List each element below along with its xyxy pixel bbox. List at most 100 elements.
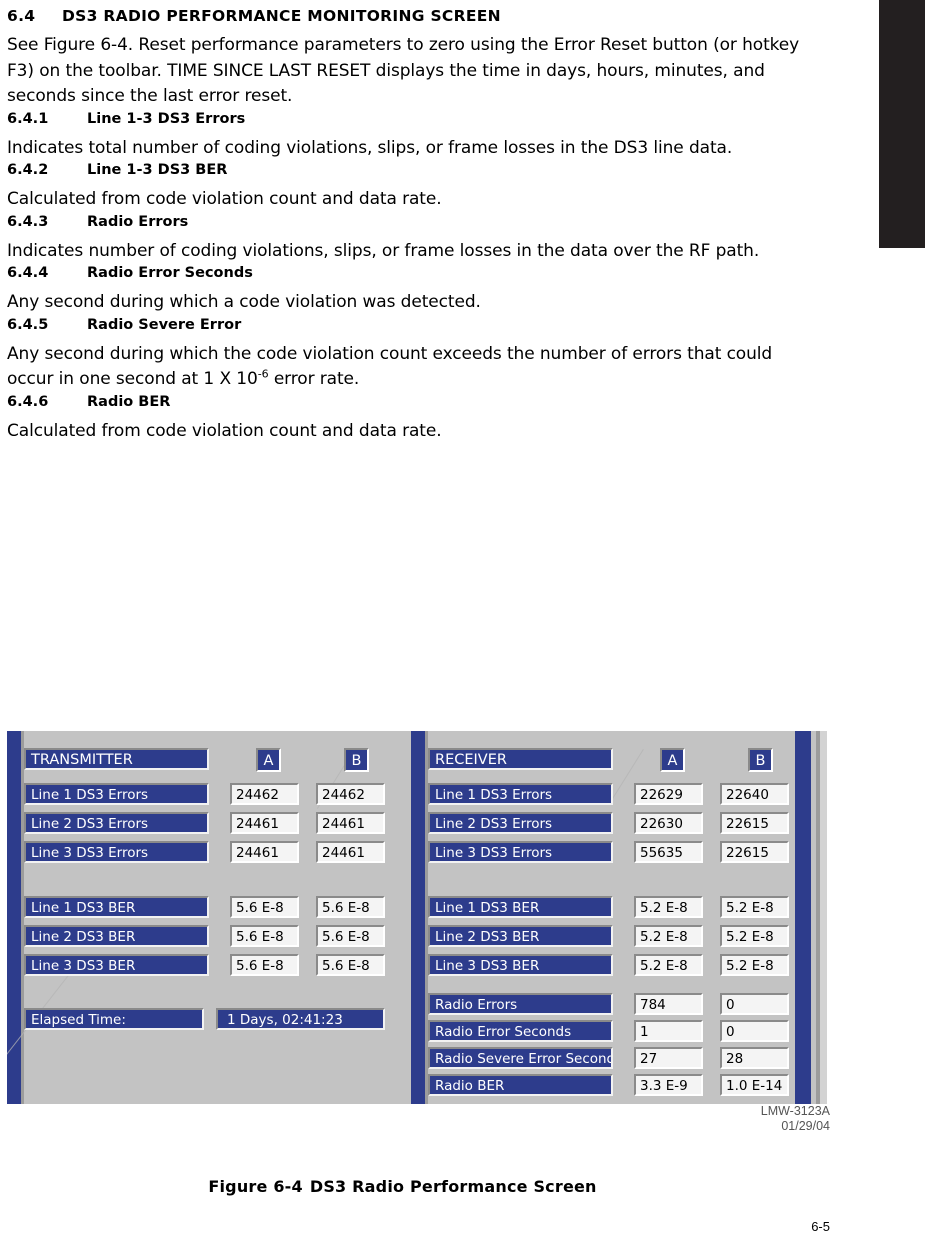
section-body: See Figure 6-4. Reset performance parame… [7,35,800,106]
row-label: Radio Error Seconds [428,1020,613,1042]
row-value-a[interactable]: 5.2 E-8 [634,925,703,947]
document-text-column: 6.4 DS3 RADIO PERFORMANCE MONITORING SCRE… [7,0,807,444]
receiver-vertical-scrollbar[interactable] [411,731,425,1104]
figure-caption-title: DS3 Radio Performance Screen [309,1177,597,1196]
row-value-b[interactable]: 0 [720,993,789,1015]
subsection-body-646: Calculated from code violation count and… [7,420,442,441]
subsection-number: 6.4.3 [7,213,49,230]
row-value-b[interactable]: 22640 [720,783,789,805]
page-title: 6.4 DS3 RADIO PERFORMANCE MONITORING SCRE… [7,0,807,26]
body-text-after-exponent: error rate. [268,369,360,389]
receiver-pane-body: RECEIVER A B Line 1 DS3 Errors 22629 226… [428,731,827,1104]
row-label: Line 2 DS3 Errors [428,812,613,834]
row-value-a[interactable]: 3.3 E-9 [634,1074,703,1096]
row-value-b[interactable]: 1.0 E-14 [720,1074,789,1096]
row-label: Radio Severe Error Seconds [428,1047,613,1069]
subsection-title: Radio Severe Error [87,316,242,333]
row-value-a[interactable]: 5.6 E-8 [230,925,299,947]
row-value-b[interactable]: 24462 [316,783,385,805]
subsection-heading-646: 6.4.6 Radio BER [7,393,807,412]
receiver-window: RECEIVER A B Line 1 DS3 Errors 22629 226… [411,731,827,1104]
transmitter-pane-body: TRANSMITTER A B Line 1 DS3 Errors 24462 … [7,731,411,1104]
row-label: Radio BER [428,1074,613,1096]
row-value-a[interactable]: 55635 [634,841,703,863]
subsection-heading-645: 6.4.5 Radio Severe Error [7,316,807,335]
row-value-b[interactable]: 0 [720,1020,789,1042]
row-value-b[interactable]: 22615 [720,841,789,863]
exponent-superscript: -6 [257,367,269,381]
row-value-b[interactable]: 5.2 E-8 [720,954,789,976]
subsection-heading-642: 6.4.2 Line 1-3 DS3 BER [7,161,807,180]
figure-caption-label: Figure 6-4 [208,1177,303,1196]
subsection-title: Line 1-3 DS3 Errors [87,110,246,127]
row-value-b[interactable]: 5.6 E-8 [316,896,385,918]
row-label: Line 3 DS3 Errors [24,841,209,863]
row-value-b[interactable]: 24461 [316,812,385,834]
subsection-body-641: Indicates total number of coding violati… [7,137,733,158]
row-value-a[interactable]: 5.2 E-8 [634,896,703,918]
row-value-b[interactable]: 5.6 E-8 [316,925,385,947]
row-value-a[interactable]: 5.2 E-8 [634,954,703,976]
subsection-body-642: Calculated from code violation count and… [7,189,442,209]
row-label: Line 2 DS3 BER [428,925,613,947]
row-label: Line 1 DS3 Errors [428,783,613,805]
row-value-a[interactable]: 24461 [230,841,299,863]
elapsed-time-label: Elapsed Time: [24,1008,204,1030]
figure-source-code: LMW-3123A 01/29/04 [761,1104,830,1134]
subsection-number: 6.4.2 [7,162,49,178]
row-value-a[interactable]: 24461 [230,812,299,834]
row-value-b[interactable]: 5.6 E-8 [316,954,385,976]
section-number: 6.4 [7,7,36,25]
row-value-a[interactable]: 784 [634,993,703,1015]
subsection-heading-641: 6.4.1 Line 1-3 DS3 Errors [7,110,807,129]
transmitter-column-header-b[interactable]: B [344,748,369,772]
figure-ds3-radio-performance-screen: TRANSMITTER A B Line 1 DS3 Errors 24462 … [7,731,827,1104]
receiver-right-scrollbar[interactable] [795,731,811,1104]
elapsed-time-value: 1 Days, 02:41:23 [216,1008,385,1030]
row-label: Line 1 DS3 BER [428,896,613,918]
row-value-b[interactable]: 28 [720,1047,789,1069]
row-value-a[interactable]: 27 [634,1047,703,1069]
row-value-b[interactable]: 24461 [316,841,385,863]
row-value-a[interactable]: 22629 [634,783,703,805]
subsection-number: 6.4.6 [7,393,49,410]
transmitter-title: TRANSMITTER [24,748,209,770]
row-label: Line 2 DS3 BER [24,925,209,947]
transmitter-window: TRANSMITTER A B Line 1 DS3 Errors 24462 … [7,731,411,1104]
subsection-heading-643: 6.4.3 Radio Errors [7,213,807,232]
transmitter-column-header-a[interactable]: A [256,748,281,772]
subsection-title: Radio Error Seconds [87,265,253,281]
receiver-title: RECEIVER [428,748,613,770]
window-edge [820,731,827,1104]
subsection-body-644: Any second during which a code violation… [7,292,481,312]
page-number: 6-5 [811,1219,830,1234]
row-value-a[interactable]: 22630 [634,812,703,834]
figure-caption: Figure 6-4 DS3 Radio Performance Screen [0,1177,805,1196]
row-value-b[interactable]: 22615 [720,812,789,834]
subsection-number: 6.4.1 [7,110,49,127]
transmitter-vertical-scrollbar[interactable] [7,731,21,1104]
section-title: DS3 RADIO PERFORMANCE MONITORING SCREEN [62,7,501,25]
receiver-column-header-a[interactable]: A [660,748,685,772]
subsection-title: Radio Errors [87,213,189,230]
receiver-column-header-b[interactable]: B [748,748,773,772]
subsection-title: Radio BER [87,393,171,410]
row-label: Line 3 DS3 BER [428,954,613,976]
page-edge-thumb-tab [879,0,925,248]
subsection-body-645: Any second during which the code violati… [7,342,807,393]
row-label: Radio Errors [428,993,613,1015]
subsection-body-643: Indicates number of coding violations, s… [7,240,760,261]
row-value-a[interactable]: 24462 [230,783,299,805]
figure-date: 01/29/04 [781,1119,830,1133]
row-value-a[interactable]: 1 [634,1020,703,1042]
row-label: Line 1 DS3 BER [24,896,209,918]
row-label: Line 3 DS3 Errors [428,841,613,863]
row-value-a[interactable]: 5.6 E-8 [230,954,299,976]
row-label: Line 3 DS3 BER [24,954,209,976]
row-value-b[interactable]: 5.2 E-8 [720,925,789,947]
row-value-b[interactable]: 5.2 E-8 [720,896,789,918]
row-value-a[interactable]: 5.6 E-8 [230,896,299,918]
subsection-title: Line 1-3 DS3 BER [87,162,228,178]
subsection-heading-644: 6.4.4 Radio Error Seconds [7,264,807,283]
row-label: Line 1 DS3 Errors [24,783,209,805]
